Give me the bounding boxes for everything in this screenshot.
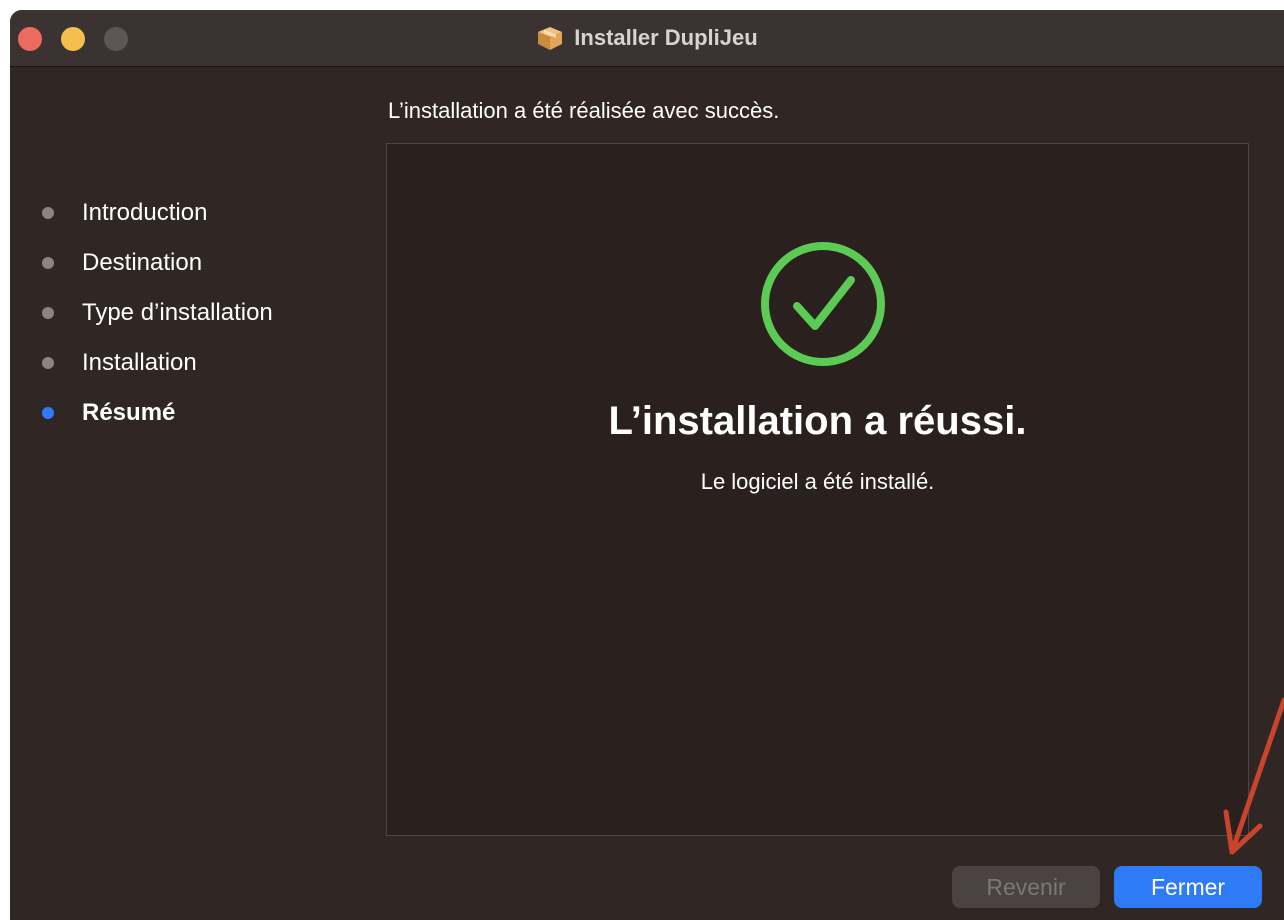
close-button[interactable]: Fermer: [1114, 866, 1262, 908]
title-bar[interactable]: Installer DupliJeu: [10, 10, 1284, 67]
checkmark-circle-icon: [759, 240, 887, 373]
installer-window: Installer DupliJeu L’installation a été …: [10, 10, 1284, 920]
page-heading: L’installation a été réalisée avec succè…: [388, 98, 780, 123]
step-label: Type d’installation: [82, 299, 273, 326]
step-label: Installation: [82, 349, 197, 376]
content-panel: L’installation a réussi. Le logiciel a é…: [386, 143, 1249, 836]
step-bullet-active: [42, 407, 54, 419]
window-title-group: Installer DupliJeu: [10, 10, 1284, 66]
success-subtitle: Le logiciel a été installé.: [700, 469, 935, 494]
step-installation: Installation: [42, 338, 273, 388]
step-bullet: [42, 207, 54, 219]
step-summary: Résumé: [42, 388, 273, 438]
back-button[interactable]: Revenir: [952, 866, 1100, 908]
step-label: Résumé: [82, 399, 176, 426]
package-box-icon: [536, 25, 564, 51]
step-bullet: [42, 357, 54, 369]
step-label: Introduction: [82, 199, 208, 226]
step-destination: Destination: [42, 238, 273, 288]
success-title: L’installation a réussi.: [608, 399, 1027, 443]
step-bullet: [42, 257, 54, 269]
step-introduction: Introduction: [42, 188, 273, 238]
step-label: Destination: [82, 249, 203, 276]
window-title: Installer DupliJeu: [574, 25, 758, 50]
step-installation-type: Type d’installation: [42, 288, 273, 338]
installer-steps: Introduction Destination Type d’installa…: [42, 188, 273, 438]
step-bullet: [42, 307, 54, 319]
